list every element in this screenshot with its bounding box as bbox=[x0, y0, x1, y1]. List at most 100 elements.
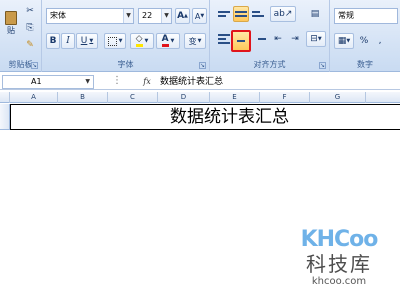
accounting-format-button[interactable]: ▦ ▼ bbox=[334, 33, 354, 49]
select-all-corner[interactable] bbox=[0, 92, 10, 103]
column-header[interactable]: E bbox=[210, 92, 260, 103]
phonetic-label: 变 bbox=[188, 36, 197, 46]
font-group: 宋体 ▼ 22 ▼ A ▲ A ▼ B I U ▼ ▼ ◇ ▼ A ▼ 变 ▼ 字体 ↘ bbox=[42, 0, 210, 72]
font-color-label: A bbox=[161, 35, 169, 47]
align-middle-icon bbox=[235, 11, 247, 17]
align-right-button[interactable] bbox=[252, 31, 268, 47]
comma-label: , bbox=[378, 36, 382, 46]
wrap-text-button[interactable]: ▤ bbox=[306, 6, 324, 22]
borders-button[interactable]: ▼ bbox=[104, 33, 126, 49]
paste-label: 贴 bbox=[7, 25, 15, 35]
number-format-value: 常规 bbox=[338, 11, 354, 20]
alignment-group: ab↗ ▤ ⇤ ⇥ ⊟ ▼ 对齐方式 ↘ bbox=[210, 0, 330, 72]
formula-bar: A1 ▼ ⋮ fx 数据统计表汇总 bbox=[0, 74, 400, 90]
font-launcher-icon[interactable]: ↘ bbox=[199, 62, 206, 69]
align-bottom-icon bbox=[252, 11, 264, 17]
chevron-down-icon[interactable]: ▼ bbox=[161, 9, 171, 23]
align-bottom-button[interactable] bbox=[250, 6, 266, 22]
increase-indent-button[interactable]: ⇥ bbox=[287, 31, 303, 47]
clipboard-icon bbox=[5, 10, 17, 25]
cut-button[interactable]: ✂ bbox=[22, 3, 38, 19]
alignment-launcher-icon[interactable]: ↘ bbox=[319, 62, 326, 69]
brush-icon: ✎ bbox=[26, 40, 34, 50]
percent-button[interactable]: % bbox=[357, 33, 371, 49]
chevron-down-icon: ▼ bbox=[144, 38, 149, 44]
merge-center-button[interactable]: ⊟ ▼ bbox=[306, 31, 326, 47]
orientation-button[interactable]: ab↗ bbox=[270, 6, 296, 22]
fx-icon: fx bbox=[143, 77, 151, 86]
align-center-icon bbox=[235, 36, 247, 46]
down-arrow-icon: ▼ bbox=[200, 13, 205, 19]
grow-font-button[interactable]: A ▲ bbox=[175, 8, 190, 24]
phonetic-button[interactable]: 变 ▼ bbox=[184, 33, 206, 49]
column-header[interactable]: G bbox=[310, 92, 366, 103]
column-header[interactable]: F bbox=[260, 92, 310, 103]
align-left-button[interactable] bbox=[216, 31, 232, 47]
italic-label: I bbox=[66, 36, 70, 46]
watermark-url: khcoo.com bbox=[311, 276, 367, 287]
number-format-combo[interactable]: 常规 bbox=[334, 8, 398, 24]
watermark: KHCoo 科技库 khcoo.com bbox=[294, 228, 384, 288]
font-size-value: 22 bbox=[142, 11, 153, 20]
underline-button[interactable]: U ▼ bbox=[76, 33, 98, 49]
align-top-icon bbox=[218, 11, 230, 17]
formula-input[interactable]: 数据统计表汇总 bbox=[160, 75, 223, 89]
orientation-icon: ab↗ bbox=[273, 9, 293, 19]
sheet-title-text: 数据统计表汇总 bbox=[170, 107, 289, 127]
resize-handle-icon[interactable]: ⋮ bbox=[112, 75, 122, 86]
font-name-value: 宋体 bbox=[50, 11, 66, 20]
chevron-down-icon[interactable]: ▼ bbox=[123, 9, 133, 23]
ribbon: 贴 ✂ ⎘ ✎ 剪贴板 ↘ 宋体 ▼ 22 ▼ A ▲ A ▼ B I U ▼ ▼ ◇… bbox=[0, 0, 400, 72]
fill-color-button[interactable]: ◇ ▼ bbox=[130, 33, 154, 49]
chevron-down-icon[interactable]: ▼ bbox=[85, 76, 90, 88]
align-top-button[interactable] bbox=[216, 6, 232, 22]
watermark-name: 科技库 bbox=[306, 252, 372, 276]
chevron-down-icon: ▼ bbox=[170, 38, 175, 44]
font-name-combo[interactable]: 宋体 ▼ bbox=[46, 8, 134, 24]
chevron-down-icon: ▼ bbox=[89, 38, 94, 44]
column-header[interactable]: A bbox=[10, 92, 58, 103]
bold-label: B bbox=[49, 36, 57, 46]
comma-button[interactable]: , bbox=[373, 33, 387, 49]
scissors-icon: ✂ bbox=[26, 6, 34, 16]
chevron-down-icon: ▼ bbox=[346, 38, 351, 44]
clipboard-group: 贴 ✂ ⎘ ✎ 剪贴板 ↘ bbox=[0, 0, 42, 72]
bold-button[interactable]: B bbox=[46, 33, 60, 49]
watermark-logo: KHCoo bbox=[300, 227, 379, 252]
up-arrow-icon: ▲ bbox=[184, 13, 188, 19]
column-header[interactable]: D bbox=[158, 92, 210, 103]
number-group: 常规 ▦ ▼ % , 数字 bbox=[330, 0, 400, 72]
increase-indent-icon: ⇥ bbox=[291, 34, 299, 44]
insert-function-button[interactable]: fx bbox=[140, 75, 154, 89]
merge-cells-icon: ⊟ bbox=[310, 34, 318, 44]
underline-label: U bbox=[80, 36, 88, 46]
column-header[interactable]: B bbox=[58, 92, 108, 103]
copy-button[interactable]: ⎘ bbox=[22, 20, 38, 36]
align-center-button[interactable] bbox=[231, 30, 251, 52]
font-size-combo[interactable]: 22 ▼ bbox=[138, 8, 172, 24]
chevron-down-icon: ▼ bbox=[118, 38, 123, 44]
clipboard-launcher-icon[interactable]: ↘ bbox=[31, 62, 38, 69]
column-header-row: A B C D E F G bbox=[0, 92, 400, 103]
decrease-indent-icon: ⇤ bbox=[274, 34, 282, 44]
shrink-font-button[interactable]: A ▼ bbox=[192, 8, 207, 24]
italic-button[interactable]: I bbox=[61, 33, 75, 49]
grow-font-label: A bbox=[177, 11, 185, 21]
format-painter-button[interactable]: ✎ bbox=[22, 37, 38, 53]
font-group-label: 字体 bbox=[117, 60, 134, 69]
alignment-group-label: 对齐方式 bbox=[253, 60, 286, 69]
align-left-icon bbox=[218, 34, 230, 44]
align-right-icon bbox=[254, 34, 266, 44]
name-box[interactable]: A1 ▼ bbox=[2, 75, 94, 89]
column-header[interactable]: C bbox=[108, 92, 158, 103]
chevron-down-icon: ▼ bbox=[197, 38, 202, 44]
paste-button[interactable]: 贴 bbox=[2, 6, 20, 40]
currency-icon: ▦ bbox=[337, 36, 347, 46]
decrease-indent-button[interactable]: ⇤ bbox=[270, 31, 286, 47]
align-middle-button[interactable] bbox=[233, 6, 249, 22]
font-color-button[interactable]: A ▼ bbox=[156, 33, 180, 49]
paint-bucket-icon: ◇ bbox=[135, 35, 143, 47]
row-header[interactable] bbox=[0, 104, 10, 130]
number-group-label: 数字 bbox=[357, 60, 373, 69]
wrap-text-icon: ▤ bbox=[310, 9, 320, 19]
